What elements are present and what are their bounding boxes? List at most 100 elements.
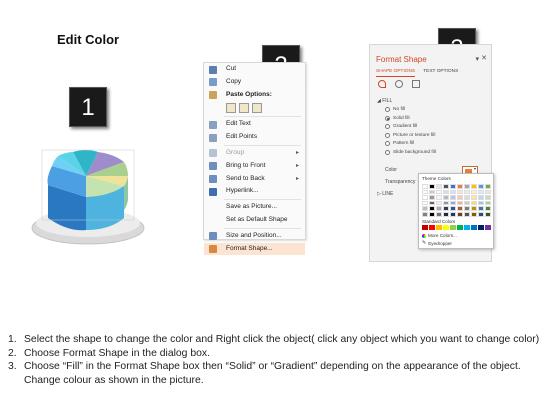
color-swatch[interactable] xyxy=(450,184,456,189)
fill-option-no-fill[interactable]: No fill xyxy=(385,107,405,112)
color-swatch[interactable] xyxy=(436,206,442,211)
color-swatch[interactable] xyxy=(422,189,428,195)
fill-option-picture-or-texture-fill[interactable]: Picture or texture fill xyxy=(385,132,435,138)
pane-options-icon[interactable]: ▾ xyxy=(475,55,479,63)
color-swatch[interactable] xyxy=(450,200,456,206)
radio-button[interactable] xyxy=(385,107,390,112)
radio-button[interactable] xyxy=(385,141,390,147)
color-swatch[interactable] xyxy=(429,225,435,230)
color-swatch[interactable] xyxy=(429,211,435,217)
color-swatch[interactable] xyxy=(436,184,442,189)
menu-item-bring-to-front[interactable]: Bring to Front ▸ xyxy=(204,160,305,173)
pie-chart-shape[interactable] xyxy=(28,140,148,250)
color-swatch[interactable] xyxy=(443,206,449,211)
color-swatch[interactable] xyxy=(478,189,484,195)
color-swatch[interactable] xyxy=(429,189,435,195)
menu-item-send-to-back[interactable]: Send to Back ▸ xyxy=(204,173,305,186)
size-properties-icon[interactable] xyxy=(412,80,420,88)
color-swatch[interactable] xyxy=(450,211,456,217)
color-swatch[interactable] xyxy=(471,200,477,206)
color-swatch[interactable] xyxy=(464,206,470,211)
color-swatch[interactable] xyxy=(457,195,463,200)
color-swatch[interactable] xyxy=(443,211,449,217)
fill-option-pattern-fill[interactable]: Pattern fill xyxy=(385,141,414,147)
radio-button[interactable] xyxy=(385,150,390,155)
menu-item-copy[interactable]: Copy xyxy=(204,76,305,89)
radio-button[interactable] xyxy=(385,124,390,130)
color-swatch[interactable] xyxy=(471,206,477,211)
color-swatch[interactable] xyxy=(464,200,470,206)
color-swatch[interactable] xyxy=(478,200,484,206)
menu-item-save-as-picture[interactable]: Save as Picture... xyxy=(204,201,305,214)
color-swatch[interactable] xyxy=(457,200,463,206)
fill-option-slide-background-fill[interactable]: Slide background fill xyxy=(385,150,436,155)
color-swatch[interactable] xyxy=(471,195,477,200)
color-swatch[interactable] xyxy=(429,206,435,211)
color-swatch[interactable] xyxy=(429,195,435,200)
menu-item-edit-points[interactable]: Edit Points xyxy=(204,131,305,144)
color-swatch[interactable] xyxy=(464,189,470,195)
color-swatch[interactable] xyxy=(443,195,449,200)
color-swatch[interactable] xyxy=(485,225,491,230)
color-swatch[interactable] xyxy=(464,184,470,189)
menu-item-cut[interactable]: Cut xyxy=(204,63,305,76)
color-swatch[interactable] xyxy=(471,184,477,189)
color-swatch[interactable] xyxy=(464,225,470,230)
color-swatch[interactable] xyxy=(485,189,491,195)
menu-item-edit-text[interactable]: Edit Text xyxy=(204,118,305,131)
close-icon[interactable]: ✕ xyxy=(481,54,487,62)
color-swatch[interactable] xyxy=(436,211,442,217)
color-swatch[interactable] xyxy=(457,184,463,189)
color-swatch[interactable] xyxy=(485,184,491,189)
color-swatch[interactable] xyxy=(478,225,484,230)
color-swatch[interactable] xyxy=(464,195,470,200)
color-swatch[interactable] xyxy=(450,225,456,230)
color-swatch[interactable] xyxy=(429,200,435,206)
color-swatch[interactable] xyxy=(478,206,484,211)
color-swatch[interactable] xyxy=(436,189,442,195)
radio-button[interactable] xyxy=(385,115,390,121)
paste-keep-formatting-icon[interactable] xyxy=(226,103,236,114)
color-swatch[interactable] xyxy=(478,195,484,200)
tab-text-options[interactable]: TEXT OPTIONS xyxy=(423,69,458,77)
paste-picture-icon[interactable] xyxy=(239,103,249,114)
color-swatch[interactable] xyxy=(422,206,428,211)
tab-shape-options[interactable]: SHAPE OPTIONS xyxy=(376,69,416,77)
color-swatch[interactable] xyxy=(429,184,435,189)
color-swatch[interactable] xyxy=(443,200,449,206)
color-swatch[interactable] xyxy=(422,225,428,230)
color-swatch[interactable] xyxy=(443,184,449,189)
radio-button[interactable] xyxy=(385,132,390,138)
color-swatch[interactable] xyxy=(422,184,428,189)
color-swatch[interactable] xyxy=(471,225,477,230)
paste-text-only-icon[interactable] xyxy=(252,103,262,114)
menu-item-set-as-default-shape[interactable]: Set as Default Shape xyxy=(204,214,305,227)
color-swatch[interactable] xyxy=(422,200,428,206)
fill-line-icon[interactable] xyxy=(378,80,386,88)
effects-icon[interactable] xyxy=(395,80,403,88)
fill-option-gradient-fill[interactable]: Gradient fill xyxy=(385,124,417,130)
color-swatch[interactable] xyxy=(485,206,491,211)
color-swatch[interactable] xyxy=(436,200,442,206)
color-swatch[interactable] xyxy=(478,211,484,217)
color-swatch[interactable] xyxy=(436,195,442,200)
fill-section-header[interactable]: ◢ FILL xyxy=(377,98,392,104)
color-swatch[interactable] xyxy=(450,206,456,211)
eyedropper-link[interactable]: ✎ Eyedropper xyxy=(422,240,452,246)
line-section-header[interactable]: ▷ LINE xyxy=(377,191,393,197)
color-swatch[interactable] xyxy=(485,200,491,206)
color-swatch[interactable] xyxy=(471,189,477,195)
color-swatch[interactable] xyxy=(450,189,456,195)
menu-item-format-shape[interactable]: Format Shape... xyxy=(204,242,305,256)
menu-item-size-and-position[interactable]: Size and Position... xyxy=(204,230,305,243)
color-swatch[interactable] xyxy=(457,206,463,211)
color-swatch[interactable] xyxy=(443,225,449,230)
color-swatch[interactable] xyxy=(485,211,491,217)
color-swatch[interactable] xyxy=(464,211,470,217)
color-swatch[interactable] xyxy=(443,189,449,195)
color-swatch[interactable] xyxy=(478,184,484,189)
fill-option-solid-fill[interactable]: Solid fill xyxy=(385,115,410,121)
color-swatch[interactable] xyxy=(457,189,463,195)
color-swatch[interactable] xyxy=(457,211,463,217)
menu-item-hyperlink[interactable]: Hyperlink... xyxy=(204,185,305,198)
